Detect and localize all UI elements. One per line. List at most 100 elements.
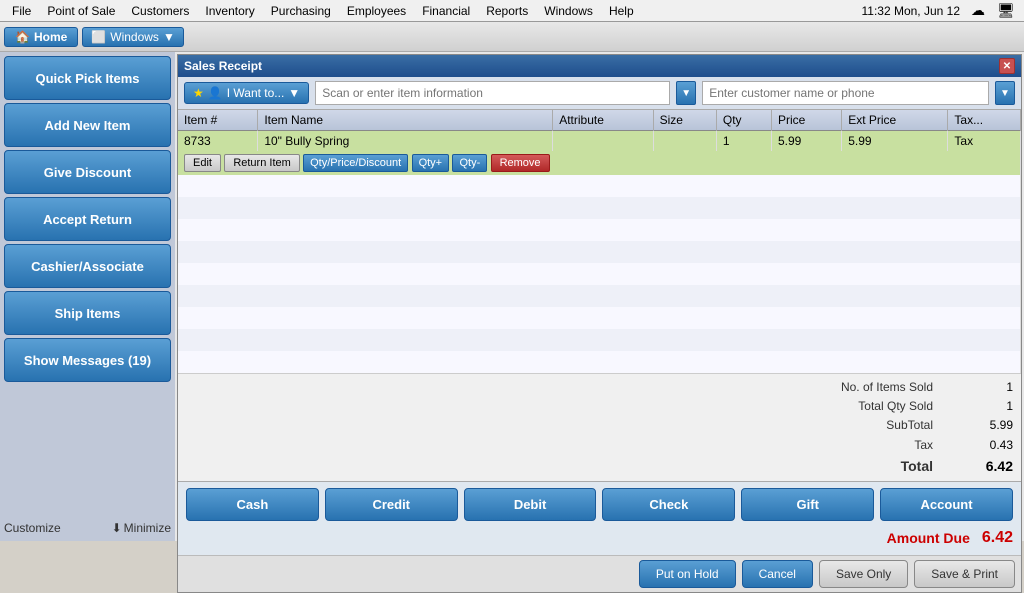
ship-items-button[interactable]: Ship Items — [4, 291, 171, 335]
menu-financial[interactable]: Financial — [414, 2, 478, 20]
qty-price-discount-button[interactable]: Qty/Price/Discount — [303, 154, 408, 172]
col-qty: Qty — [716, 110, 771, 131]
menubar: File Point of Sale Customers Inventory P… — [0, 0, 1024, 22]
windows-arrow-icon: ▼ — [163, 30, 175, 44]
col-item-num: Item # — [178, 110, 258, 131]
home-button[interactable]: 🏠 Home — [4, 27, 78, 47]
payment-buttons: Cash Credit Debit Check Gift Account — [186, 488, 1013, 521]
show-messages-button[interactable]: Show Messages (19) — [4, 338, 171, 382]
accept-return-button[interactable]: Accept Return — [4, 197, 171, 241]
col-tax: Tax... — [948, 110, 1021, 131]
empty-row — [178, 241, 1021, 263]
row-action-buttons: Edit Return Item Qty/Price/Discount Qty+… — [178, 151, 1021, 175]
action-buttons-cell: Edit Return Item Qty/Price/Discount Qty+… — [178, 151, 1021, 175]
totals-tax: Tax 0.43 — [186, 436, 1013, 455]
qty-minus-button[interactable]: Qty- — [452, 154, 487, 172]
minimize-label: Minimize — [124, 521, 171, 535]
col-size: Size — [653, 110, 716, 131]
add-new-item-button[interactable]: Add New Item — [4, 103, 171, 147]
cash-button[interactable]: Cash — [186, 488, 319, 521]
monitor-icon[interactable]: 🖥 — [996, 3, 1016, 19]
iwant-button[interactable]: ★ 👤 I Want to... ▼ — [184, 82, 309, 104]
receipt-table: Item # Item Name Attribute Size Qty Pric… — [178, 110, 1021, 373]
cell-size — [653, 131, 716, 152]
subtotal-label: SubTotal — [886, 416, 933, 435]
cell-attribute — [553, 131, 653, 152]
menu-help[interactable]: Help — [601, 2, 642, 20]
col-attribute: Attribute — [553, 110, 653, 131]
menu-purchasing[interactable]: Purchasing — [263, 2, 339, 20]
sales-receipt-title: Sales Receipt — [184, 59, 262, 73]
cell-ext-price: 5.99 — [842, 131, 948, 152]
clock: 11:32 Mon, Jun 12 — [861, 4, 960, 18]
edit-button[interactable]: Edit — [184, 154, 221, 172]
menu-customers[interactable]: Customers — [123, 2, 197, 20]
menu-employees[interactable]: Employees — [339, 2, 414, 20]
payment-area: Cash Credit Debit Check Gift Account Amo… — [178, 481, 1021, 555]
customer-search-input[interactable] — [702, 81, 989, 105]
return-item-button[interactable]: Return Item — [224, 154, 299, 172]
qty-sold-value: 1 — [973, 397, 1013, 416]
quick-pick-button[interactable]: Quick Pick Items — [4, 56, 171, 100]
windows-icon: ⬜ — [91, 30, 106, 44]
minimize-link[interactable]: ⬇ Minimize — [112, 521, 171, 535]
customize-link[interactable]: Customize — [4, 521, 61, 535]
empty-row — [178, 263, 1021, 285]
menubar-right: 11:32 Mon, Jun 12 ☁ 🖥 — [861, 3, 1020, 19]
sidebar: Quick Pick Items Add New Item Give Disco… — [0, 52, 175, 541]
put-on-hold-button[interactable]: Put on Hold — [639, 560, 736, 588]
total-value: 6.42 — [973, 455, 1013, 477]
search-dropdown-button[interactable]: ▼ — [676, 81, 696, 105]
gift-button[interactable]: Gift — [741, 488, 874, 521]
cashier-associate-button[interactable]: Cashier/Associate — [4, 244, 171, 288]
person-icon: 👤 — [208, 86, 223, 100]
totals-total: Total 6.42 — [186, 455, 1013, 477]
totals-subtotal: SubTotal 5.99 — [186, 416, 1013, 435]
check-button[interactable]: Check — [602, 488, 735, 521]
cell-price: 5.99 — [771, 131, 841, 152]
menu-inventory[interactable]: Inventory — [197, 2, 262, 20]
menu-reports[interactable]: Reports — [478, 2, 536, 20]
table-row: 8733 10" Bully Spring 1 5.99 5.99 Tax — [178, 131, 1021, 152]
save-only-button[interactable]: Save Only — [819, 560, 908, 588]
cell-tax: Tax — [948, 131, 1021, 152]
menu-file[interactable]: File — [4, 2, 39, 20]
item-search-input[interactable] — [315, 81, 670, 105]
tax-label: Tax — [914, 436, 933, 455]
amount-due-row: Amount Due 6.42 — [186, 527, 1013, 549]
menu-windows[interactable]: Windows — [536, 2, 601, 20]
cloud-icon[interactable]: ☁ — [968, 3, 988, 19]
windows-label: Windows — [110, 30, 159, 44]
windows-button[interactable]: ⬜ Windows ▼ — [82, 27, 184, 47]
iwant-arrow-icon: ▼ — [288, 86, 300, 100]
col-item-name: Item Name — [258, 110, 553, 131]
remove-button[interactable]: Remove — [491, 154, 550, 172]
qty-sold-label: Total Qty Sold — [858, 397, 933, 416]
give-discount-button[interactable]: Give Discount — [4, 150, 171, 194]
home-label: Home — [34, 30, 67, 44]
save-print-button[interactable]: Save & Print — [914, 560, 1015, 588]
cancel-button[interactable]: Cancel — [742, 560, 813, 588]
empty-row — [178, 285, 1021, 307]
account-button[interactable]: Account — [880, 488, 1013, 521]
sales-receipt-window: Sales Receipt ✕ ★ 👤 I Want to... ▼ ▼ ▼ — [177, 54, 1022, 593]
empty-row — [178, 219, 1021, 241]
receipt-toolbar: ★ 👤 I Want to... ▼ ▼ ▼ — [178, 77, 1021, 110]
cell-item-name: 10" Bully Spring — [258, 131, 553, 152]
menu-pos[interactable]: Point of Sale — [39, 2, 123, 20]
debit-button[interactable]: Debit — [464, 488, 597, 521]
iwant-label: I Want to... — [227, 86, 285, 100]
amount-due-label: Amount Due — [887, 530, 970, 546]
qty-plus-button[interactable]: Qty+ — [412, 154, 450, 172]
empty-row — [178, 175, 1021, 197]
totals-items-sold: No. of Items Sold 1 — [186, 378, 1013, 397]
close-button[interactable]: ✕ — [999, 58, 1015, 74]
col-ext-price: Ext Price — [842, 110, 948, 131]
items-sold-value: 1 — [973, 378, 1013, 397]
content-area: Sales Receipt ✕ ★ 👤 I Want to... ▼ ▼ ▼ — [175, 52, 1024, 541]
cell-item-num: 8733 — [178, 131, 258, 152]
action-row: Put on Hold Cancel Save Only Save & Prin… — [178, 555, 1021, 592]
customer-dropdown-button[interactable]: ▼ — [995, 81, 1015, 105]
col-price: Price — [771, 110, 841, 131]
credit-button[interactable]: Credit — [325, 488, 458, 521]
